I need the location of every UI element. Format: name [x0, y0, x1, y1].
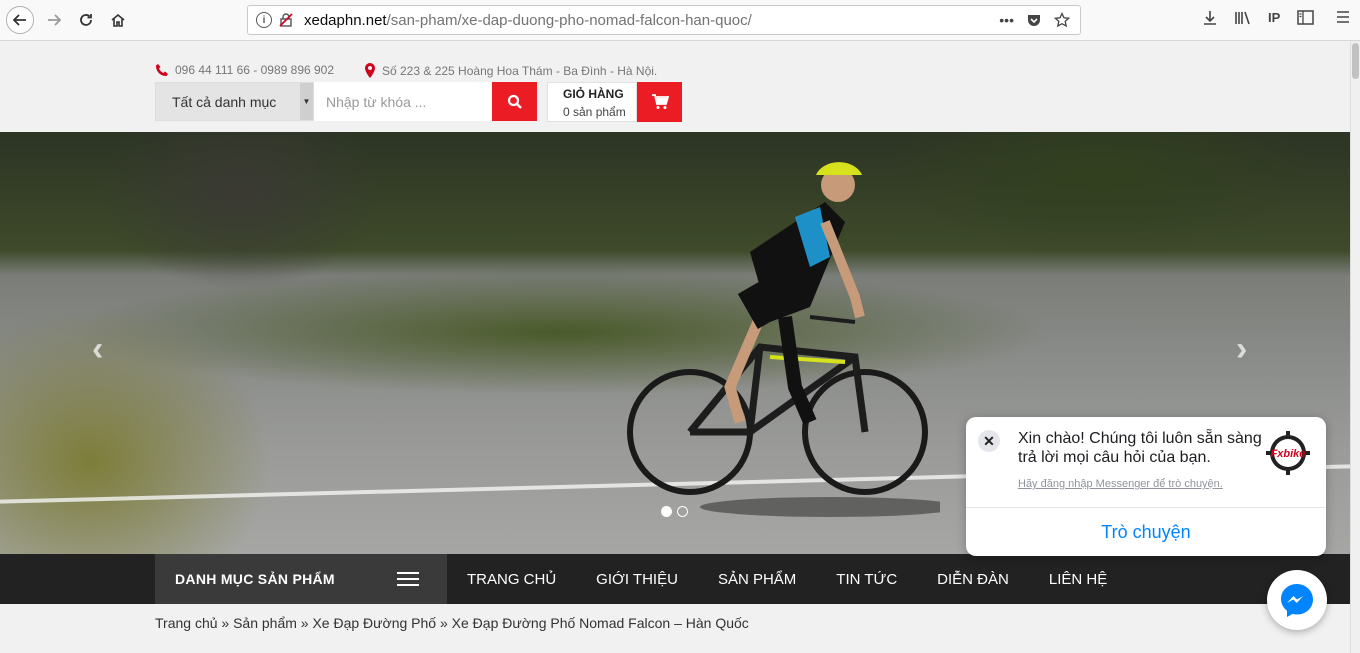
pocket-icon[interactable] [1026, 12, 1042, 28]
logo-text: Fxbike [1271, 448, 1306, 460]
main-navigation: DANH MỤC SẢN PHẨM TRANG CHỦ GIỚI THIỆU S… [0, 554, 1350, 604]
url-host: xedaphn.net [304, 11, 387, 29]
nav-item-forum[interactable]: DIỄN ĐÀN [917, 571, 1029, 588]
insecure-lock-icon[interactable] [278, 12, 294, 28]
site-header: 096 44 111 66 - 0989 896 902 Số 223 & 22… [0, 41, 1350, 132]
nav-item-products[interactable]: SẢN PHẨM [698, 571, 816, 588]
messenger-launcher-button[interactable] [1267, 570, 1327, 630]
page-actions-icon[interactable]: ••• [999, 12, 1014, 28]
sidebar-button[interactable] [1297, 10, 1314, 25]
category-select[interactable]: Tất cả danh mục ▼ [155, 82, 314, 121]
url-bar[interactable]: i xedaphn.net/san-pham/xe-dap-duong-pho-… [247, 5, 1081, 35]
chat-greeting: Xin chào! Chúng tôi luôn sẵn sàng trả lờ… [1018, 430, 1262, 466]
forward-button[interactable] [40, 6, 68, 34]
nav-item-home[interactable]: TRANG CHỦ [447, 571, 576, 588]
phone-icon [155, 64, 168, 77]
menu-bar: TRANG CHỦ GIỚI THIỆU SẢN PHẨM TIN TỨC DI… [447, 554, 1127, 604]
address-text: Số 223 & 225 Hoàng Hoa Thám - Ba Đình - … [382, 63, 658, 78]
back-button[interactable] [6, 6, 34, 34]
reload-icon [80, 14, 92, 26]
reload-button[interactable] [72, 6, 100, 34]
scrollbar-thumb[interactable] [1352, 43, 1359, 79]
nav-item-about[interactable]: GIỚI THIỆU [576, 571, 698, 588]
product-categories-toggle[interactable]: DANH MỤC SẢN PHẨM [155, 554, 447, 604]
page-scrollbar[interactable] [1350, 41, 1360, 653]
cyclist-image [627, 162, 940, 517]
slider-dot[interactable] [661, 506, 672, 517]
downloads-button[interactable] [1202, 10, 1218, 26]
cart-title: GIỎ HÀNG [563, 87, 624, 101]
search-icon [507, 94, 522, 109]
arrow-right-icon [48, 14, 62, 26]
address-contact: Số 223 & 225 Hoàng Hoa Thám - Ba Đình - … [364, 63, 657, 78]
category-select-value: Tất cả danh mục [172, 93, 277, 110]
cart-summary[interactable]: GIỎ HÀNG 0 sản phẩm [547, 82, 637, 122]
messenger-icon [1281, 584, 1313, 617]
library-button[interactable] [1234, 10, 1252, 26]
fxbike-logo: Fxbike [1266, 431, 1310, 475]
home-button[interactable] [104, 6, 132, 34]
categories-label: DANH MỤC SẢN PHẨM [175, 571, 335, 587]
slider-prev-button[interactable]: ‹ [92, 330, 103, 369]
hamburger-menu-icon [1337, 11, 1349, 23]
nav-item-contact[interactable]: LIÊN HỆ [1029, 571, 1127, 588]
phone-numbers: 096 44 111 66 - 0989 896 902 [175, 63, 335, 77]
arrow-left-icon [12, 14, 26, 26]
nav-item-news[interactable]: TIN TỨC [816, 571, 917, 588]
hamburger-icon [397, 572, 419, 590]
slider-dots [661, 506, 688, 517]
breadcrumb[interactable]: Trang chủ » Sản phẩm » Xe Đạp Đường Phố … [155, 615, 749, 631]
messenger-login-link[interactable]: Hãy đăng nhập Messenger để trò chuyện. [1018, 478, 1223, 490]
phone-contact[interactable]: 096 44 111 66 - 0989 896 902 [155, 63, 334, 77]
url-path: /san-pham/xe-dap-duong-pho-nomad-falcon-… [386, 11, 752, 29]
close-icon[interactable]: ✕ [978, 430, 1000, 452]
ip-extension-button[interactable]: IP [1268, 10, 1280, 25]
cart-count: 0 sản phẩm [563, 105, 626, 119]
map-pin-icon [365, 63, 375, 78]
home-icon [111, 13, 125, 27]
browser-toolbar: i xedaphn.net/san-pham/xe-dap-duong-pho-… [0, 0, 1360, 41]
search-button[interactable] [492, 82, 537, 121]
start-chat-button[interactable]: Trò chuyện [966, 508, 1326, 556]
slider-dot[interactable] [677, 506, 688, 517]
shopping-cart-icon [651, 94, 669, 109]
slider-next-button[interactable]: › [1236, 330, 1247, 369]
search-input[interactable] [314, 82, 492, 121]
caret-down-icon: ▼ [300, 83, 313, 120]
sidebar-icon [1297, 10, 1314, 25]
menu-button[interactable] [1336, 10, 1350, 24]
cart-button[interactable] [637, 82, 682, 122]
info-icon[interactable]: i [256, 12, 272, 28]
library-icon [1235, 11, 1250, 25]
messenger-chat-card: ✕ Xin chào! Chúng tôi luôn sẵn sàng trả … [966, 417, 1326, 556]
download-icon [1204, 11, 1216, 25]
bookmark-star-icon[interactable] [1054, 12, 1070, 28]
